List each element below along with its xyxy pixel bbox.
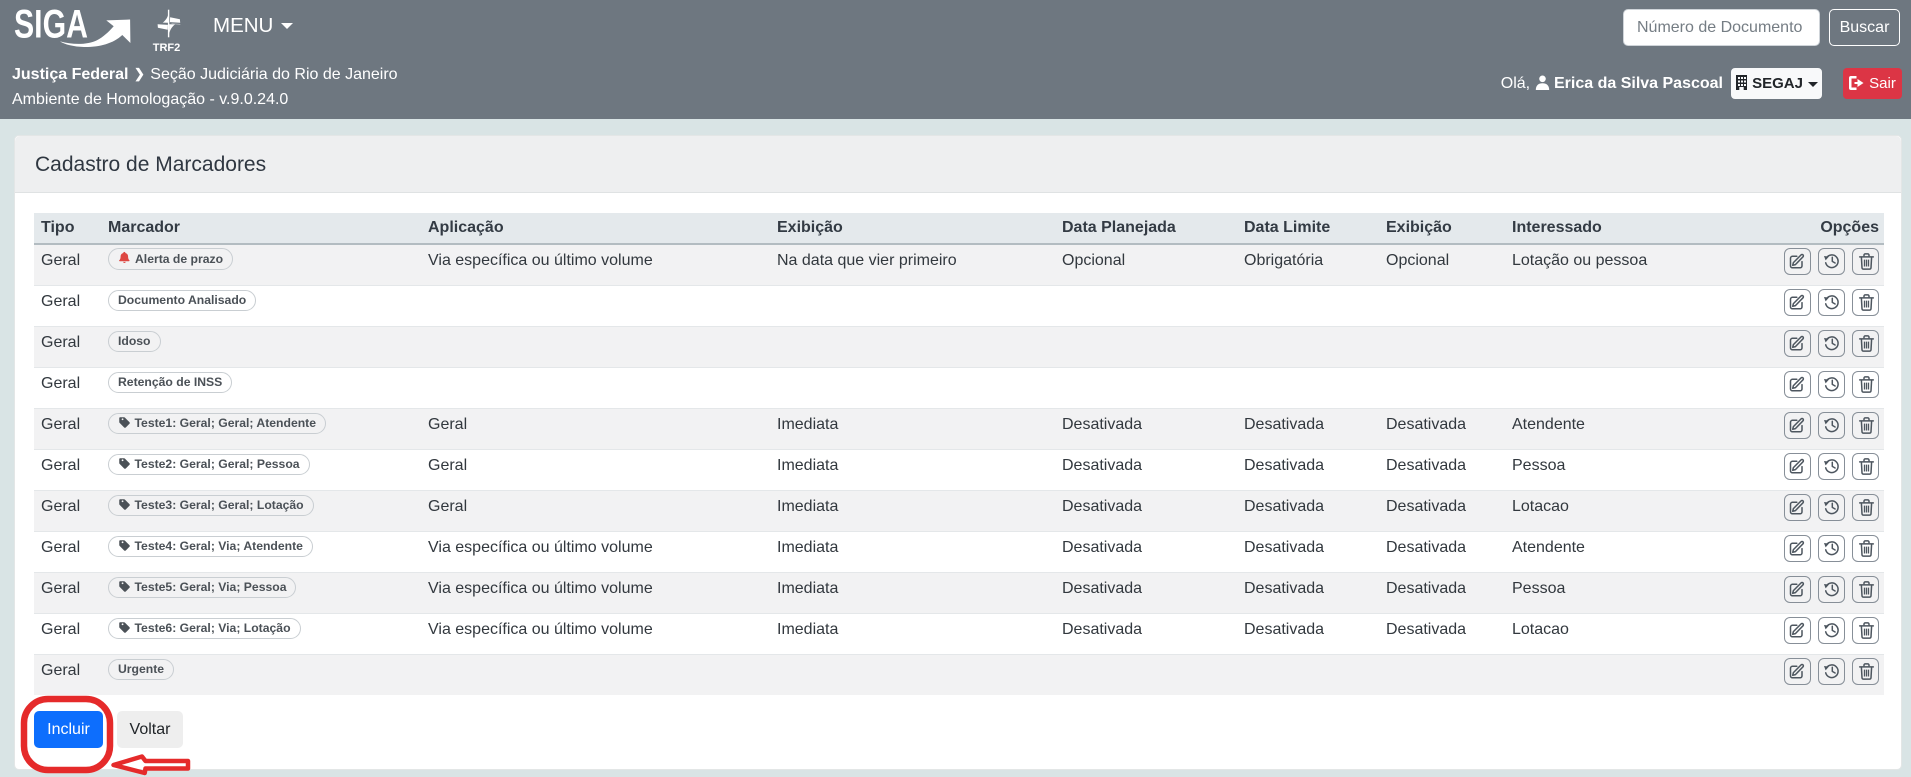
svg-text:SIGA: SIGA (14, 4, 88, 47)
